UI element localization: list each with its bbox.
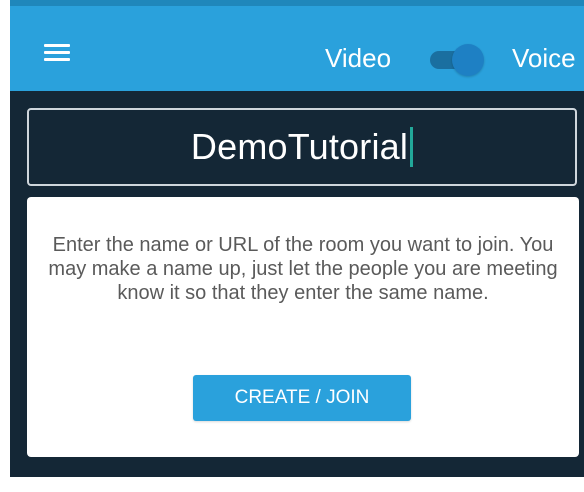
hamburger-menu-icon[interactable] [44,40,74,64]
voice-label: Voice [512,43,576,73]
join-card: Enter the name or URL of the room you wa… [27,197,579,457]
room-name-input[interactable]: DemoTutorial [27,108,577,186]
text-caret [410,127,414,167]
top-app-bar: Video Voice [10,0,584,91]
app-window: Video Voice DemoTutorial Enter the name … [0,0,584,492]
video-voice-toggle[interactable] [430,44,490,76]
menu-line [44,51,70,54]
menu-line [44,58,70,61]
room-name-value: DemoTutorial [190,126,409,167]
join-instructions: Enter the name or URL of the room you wa… [48,234,558,304]
menu-line [44,44,70,47]
main-content: DemoTutorial Enter the name or URL of th… [10,91,584,477]
create-join-button[interactable]: CREATE / JOIN [193,375,411,421]
video-label: Video [325,43,392,73]
toggle-knob [452,44,484,76]
